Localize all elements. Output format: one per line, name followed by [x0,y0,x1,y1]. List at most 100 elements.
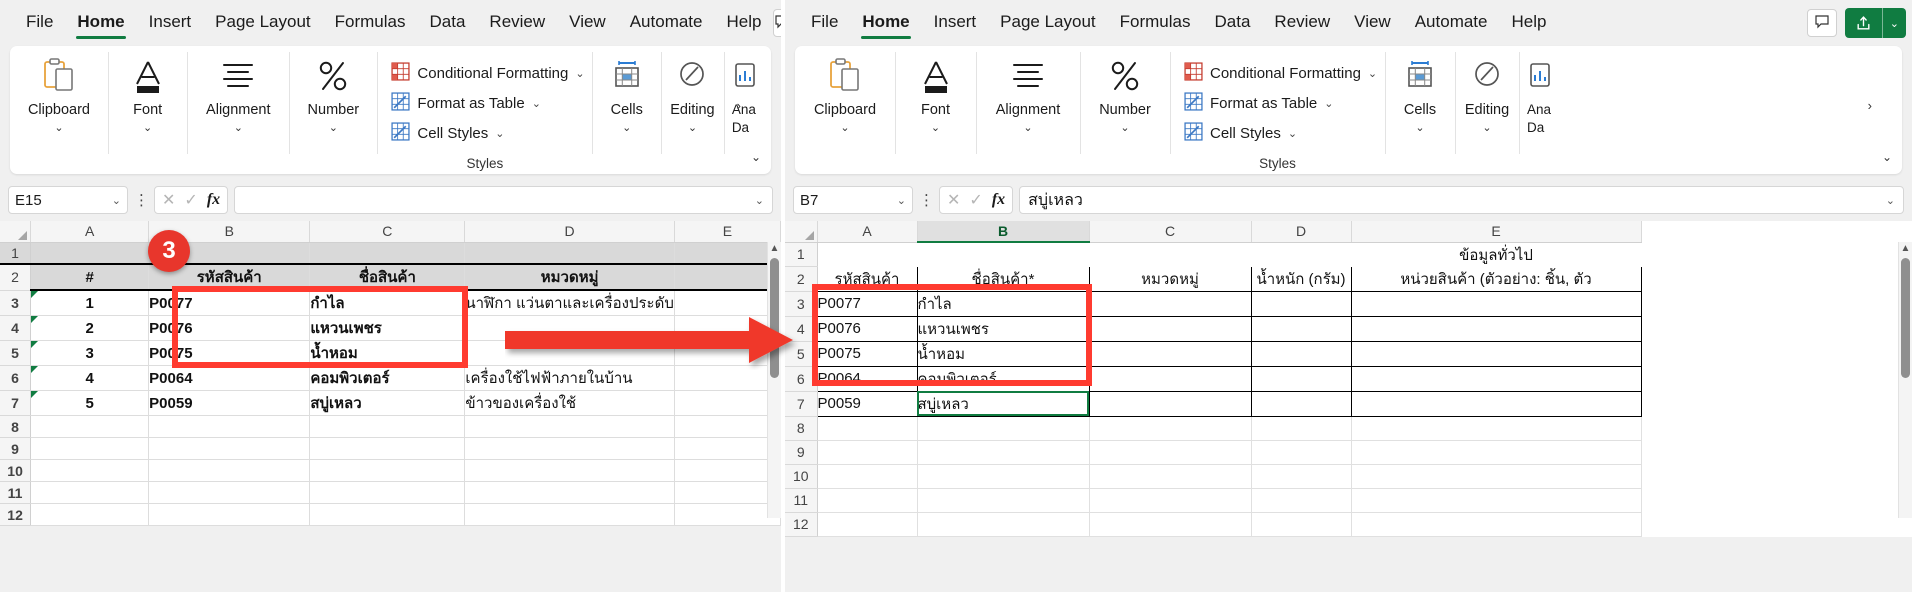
cell-a7[interactable]: P0059 [817,391,918,417]
cell-a12[interactable] [817,512,918,537]
chevron-down-icon[interactable]: ⌄ [1415,122,1424,135]
cell-c9[interactable] [309,437,466,460]
left-row-header-6[interactable]: 6 [0,365,32,391]
left-col-header-a[interactable]: A [30,221,150,243]
cell-b6[interactable]: คอมพิวเตอร์ [917,366,1090,392]
cell-e1[interactable] [674,242,781,265]
cell-c1[interactable] [1089,242,1251,267]
chevron-down-icon[interactable]: ⌄ [1023,122,1032,135]
left-row-header-9[interactable]: 9 [0,437,32,460]
cell-b11[interactable] [148,481,311,504]
cell-d12[interactable] [464,503,675,526]
ribbon-group-clipboard[interactable]: Clipboard ⌄ [10,46,108,174]
right-row-header-9[interactable]: 9 [785,440,818,465]
cell-e2[interactable]: หน่วยสินค้า (ตัวอย่าง: ชิ้น, ตัว [1351,266,1642,292]
cell-d2[interactable]: หมวดหมู่ [464,263,675,291]
cell-d11[interactable] [464,481,675,504]
cell-a9[interactable] [30,437,150,460]
cell-d10[interactable] [1251,464,1352,489]
cell-c7[interactable] [1089,391,1252,417]
scroll-up-arrow-icon[interactable]: ▲ [1901,242,1911,256]
cell-e9[interactable] [674,437,781,460]
cell-c11[interactable] [1089,488,1252,513]
right-formula-input[interactable]: สบู่เหลว ⌄ [1019,186,1904,214]
left-col-header-e[interactable]: E [674,221,781,243]
right-formula-bar-overflow-icon[interactable]: ⋮ [919,191,934,209]
ribbon-group-alignment[interactable]: Alignment ⌄ [187,46,289,174]
cell-d9[interactable] [464,437,675,460]
cell-e7[interactable] [674,390,781,416]
chevron-down-icon[interactable]: ⌄ [112,194,121,207]
cell-b5[interactable]: น้ำหอม [917,341,1090,367]
cell-b11[interactable] [917,488,1090,513]
cell-a7[interactable]: 5 [30,390,150,416]
cell-b9[interactable] [148,437,311,460]
cell-a5[interactable]: P0075 [817,341,918,367]
cell-e6[interactable] [1351,366,1642,392]
select-all-corner[interactable] [0,221,32,243]
cell-d4[interactable] [1251,316,1352,342]
ribbon-group-editing[interactable]: Editing ⌄ [661,46,724,174]
chevron-down-icon[interactable]: ⌄ [1886,194,1895,207]
cell-a1[interactable] [30,242,150,265]
cell-a12[interactable] [30,503,150,526]
left-name-box[interactable]: E15 ⌄ [8,186,128,214]
cell-a6[interactable]: P0064 [817,366,918,392]
cell-d6[interactable] [1251,366,1352,392]
comments-button[interactable] [773,9,781,37]
ribbon-group-cells[interactable]: Cells ⌄ [1385,46,1455,174]
right-row-header-8[interactable]: 8 [785,416,818,441]
ribbon-group-cells[interactable]: Cells ⌄ [592,46,661,174]
cell-d11[interactable] [1251,488,1352,513]
chevron-down-icon[interactable]: ⌄ [575,67,584,80]
cell-a6[interactable]: 4 [30,365,150,391]
tab-formulas[interactable]: Formulas [323,8,418,39]
cell-b2[interactable]: ชื่อสินค้า* [917,266,1090,292]
cell-e8[interactable] [1351,416,1642,441]
left-row-header-11[interactable]: 11 [0,481,32,504]
cell-b10[interactable] [148,459,311,482]
cell-b10[interactable] [917,464,1090,489]
cell-c2[interactable]: ชื่อสินค้า [309,263,466,291]
cell-b9[interactable] [917,440,1090,465]
tab-insert[interactable]: Insert [922,8,989,39]
cell-e8[interactable] [674,415,781,438]
cell-b7[interactable]: สบู่เหลว [917,391,1090,417]
chevron-down-icon[interactable]: ⌄ [495,127,504,140]
confirm-check-icon[interactable]: ✓ [184,190,197,210]
cell-c7[interactable]: สบู่เหลว [309,390,466,416]
cell-b4[interactable]: P0076 [148,315,311,341]
cell-c3[interactable] [1089,291,1252,317]
cell-a3[interactable]: 1 [30,290,150,316]
cell-a9[interactable] [817,440,918,465]
ribbon-group-font[interactable]: Font ⌄ [107,46,187,174]
left-row-header-5[interactable]: 5 [0,340,32,366]
tab-data[interactable]: Data [418,8,478,39]
cell-a10[interactable] [817,464,918,489]
left-vertical-scrollbar[interactable]: ▲ [767,242,781,518]
cell-d8[interactable] [1251,416,1352,441]
cell-c4[interactable] [1089,316,1252,342]
right-row-header-2[interactable]: 2 [785,266,818,292]
ribbon-expand-button[interactable]: ⌄ [743,144,769,170]
cell-c8[interactable] [309,415,466,438]
fx-icon[interactable]: fx [207,191,220,209]
cell-styles-button[interactable]: Cell Styles ⌄ [391,122,584,145]
right-col-header-b[interactable]: B [917,221,1090,243]
chevron-down-icon[interactable]: ⌄ [234,122,243,135]
cell-c4[interactable]: แหวนเพชร [309,315,466,341]
ribbon-group-overflow-caret[interactable]: › [737,98,741,113]
cell-e10[interactable] [674,459,781,482]
cell-c5[interactable]: น้ำหอม [309,340,466,366]
tab-insert[interactable]: Insert [137,8,204,39]
cell-b12[interactable] [148,503,311,526]
share-caret-icon[interactable]: ⌄ [1881,8,1906,38]
cell-d10[interactable] [464,459,675,482]
scroll-up-arrow-icon[interactable]: ▲ [770,242,780,256]
left-row-header-7[interactable]: 7 [0,390,32,416]
cell-d7[interactable] [1251,391,1352,417]
cell-e11[interactable] [1351,488,1642,513]
chevron-down-icon[interactable]: ⌄ [688,122,697,135]
cell-e5[interactable] [1351,341,1642,367]
cell-a8[interactable] [817,416,918,441]
